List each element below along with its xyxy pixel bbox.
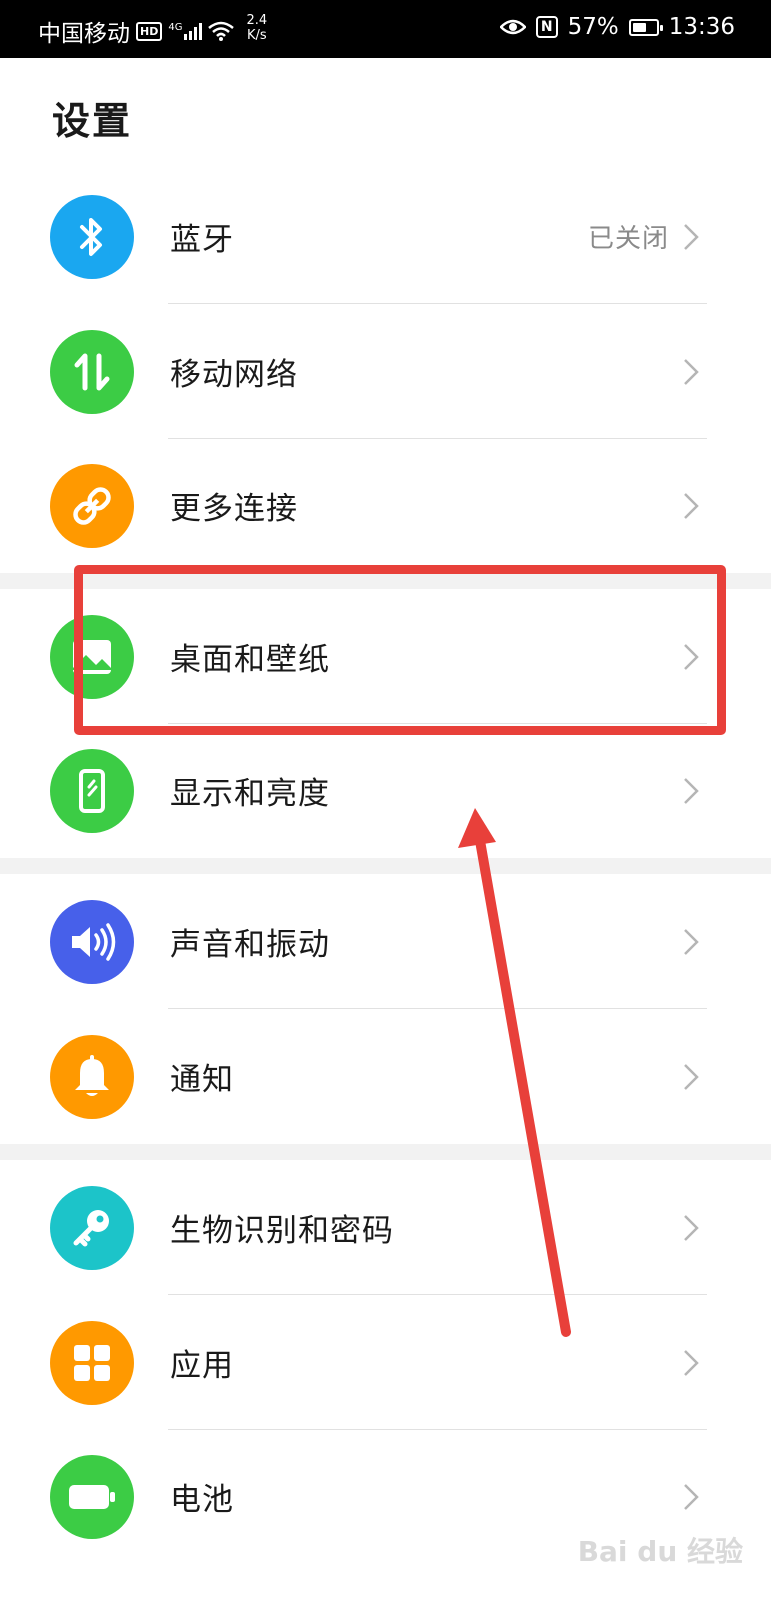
status-left: 中国移动 HD 4G 2.4 K/s xyxy=(38,13,267,48)
item-label: 蓝牙 xyxy=(170,222,234,258)
wifi-icon xyxy=(208,21,235,41)
battery-percent: 57% xyxy=(567,14,619,40)
battery-icon xyxy=(50,1455,134,1539)
settings-item-biometrics-password[interactable]: 生物识别和密码 xyxy=(0,1161,771,1295)
divider xyxy=(168,1294,707,1295)
item-label: 显示和亮度 xyxy=(170,776,330,812)
settings-item-bluetooth[interactable]: 蓝牙 已关闭 xyxy=(0,170,771,304)
apps-icon xyxy=(50,1321,134,1405)
item-label: 声音和振动 xyxy=(170,927,330,963)
key-icon xyxy=(50,1186,134,1270)
bluetooth-icon xyxy=(50,195,134,279)
chevron-right-icon xyxy=(684,224,699,250)
settings-item-sound-vibration[interactable]: 声音和振动 xyxy=(0,875,771,1009)
nfc-icon: N xyxy=(535,16,558,38)
network-speed: 2.4 K/s xyxy=(246,13,267,43)
chevron-right-icon xyxy=(684,778,699,804)
chevron-right-icon xyxy=(684,1064,699,1090)
eye-comfort-icon xyxy=(499,19,526,35)
chevron-right-icon xyxy=(684,1350,699,1376)
divider xyxy=(168,303,707,304)
item-label: 生物识别和密码 xyxy=(170,1213,394,1249)
mobile-data-icon xyxy=(50,330,134,414)
link-icon xyxy=(50,464,134,548)
sound-icon xyxy=(50,900,134,984)
settings-item-mobile-network[interactable]: 移动网络 xyxy=(0,305,771,439)
settings-item-display-brightness[interactable]: 显示和亮度 xyxy=(0,724,771,858)
watermark: Bai du 经验 xyxy=(577,1535,743,1568)
group-separator xyxy=(0,858,771,874)
bell-icon xyxy=(50,1035,134,1119)
chevron-right-icon xyxy=(684,359,699,385)
settings-item-notifications[interactable]: 通知 xyxy=(0,1010,771,1144)
item-label: 应用 xyxy=(170,1348,234,1384)
display-icon xyxy=(50,749,134,833)
hd-badge: HD xyxy=(136,21,163,41)
status-bar: 中国移动 HD 4G 2.4 K/s N 57% 13:36 xyxy=(0,0,771,58)
chevron-right-icon xyxy=(684,493,699,519)
divider xyxy=(168,1008,707,1009)
chevron-right-icon xyxy=(684,1484,699,1510)
chevron-right-icon xyxy=(684,1215,699,1241)
page-title: 设置 xyxy=(52,99,133,143)
item-label: 通知 xyxy=(170,1062,234,1098)
bluetooth-status: 已关闭 xyxy=(587,224,669,254)
item-label: 移动网络 xyxy=(170,357,298,393)
signal-icon: 4G xyxy=(168,22,203,40)
speed-unit: K/s xyxy=(246,28,267,43)
clock: 13:36 xyxy=(668,14,735,40)
speed-value: 2.4 xyxy=(246,13,268,28)
battery-status-icon xyxy=(628,18,663,36)
item-label: 更多连接 xyxy=(170,491,298,527)
group-separator xyxy=(0,1144,771,1160)
carrier-name: 中国移动 xyxy=(38,21,130,47)
settings-item-more-connections[interactable]: 更多连接 xyxy=(0,439,771,573)
status-right: N 57% 13:36 xyxy=(499,14,735,40)
item-label: 电池 xyxy=(170,1482,234,1518)
highlight-box-annotation xyxy=(74,565,726,735)
network-type: 4G xyxy=(168,22,183,33)
settings-item-apps[interactable]: 应用 xyxy=(0,1296,771,1430)
chevron-right-icon xyxy=(684,929,699,955)
